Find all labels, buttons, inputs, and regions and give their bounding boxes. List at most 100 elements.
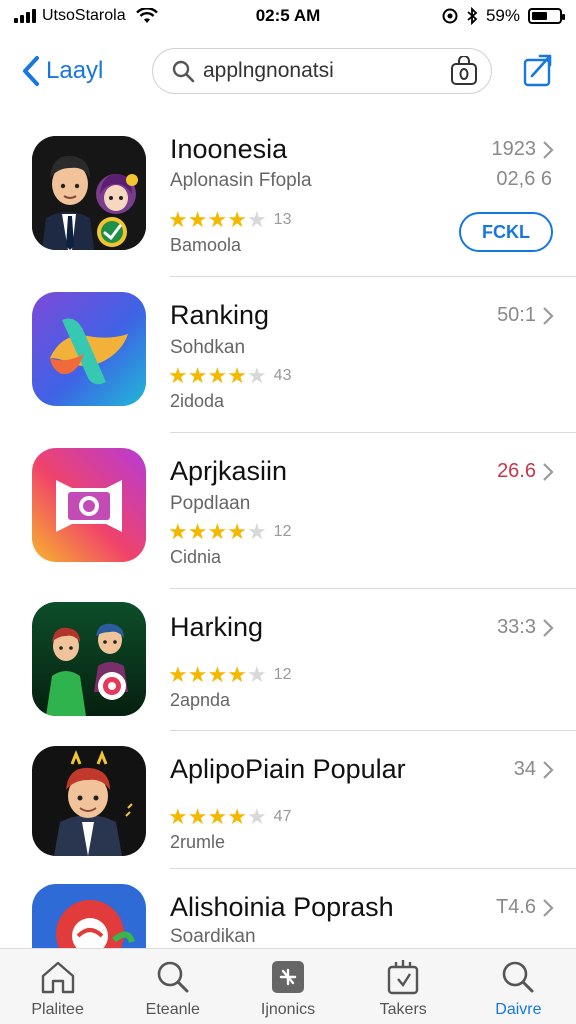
tab-search[interactable]: Daivre xyxy=(461,949,576,1024)
star-icon: ★ xyxy=(168,519,188,544)
battery-icon xyxy=(528,8,565,24)
divider xyxy=(170,868,576,869)
search-icon xyxy=(157,961,189,993)
tab-home[interactable]: Plalitee xyxy=(0,949,115,1024)
apps-icon xyxy=(272,961,304,993)
search-field[interactable] xyxy=(152,48,492,94)
wifi-icon xyxy=(135,8,158,23)
star-icon: ★ xyxy=(227,207,247,232)
tab-bar: Plalitee Eteanle Ijnonics Takers Daivre xyxy=(0,948,576,1024)
app-subtitle: Popdlaan xyxy=(170,493,251,514)
star-icon: ★ xyxy=(207,207,228,232)
rating-count: 12 xyxy=(273,523,292,540)
app-meta: T4.6 xyxy=(495,896,536,918)
bag-icon[interactable] xyxy=(449,56,479,86)
star-icon: ★ xyxy=(246,662,267,687)
battery-percent: 59% xyxy=(485,6,520,25)
rating-count: 43 xyxy=(273,367,292,384)
app-meta: 33:3 xyxy=(497,616,536,638)
divider xyxy=(170,730,576,731)
star-icon: ★ xyxy=(187,804,208,829)
rating-count: 47 xyxy=(273,808,292,825)
rose-logo-icon xyxy=(32,884,146,948)
app-category: Cidnia xyxy=(170,547,222,567)
rating-count: 12 xyxy=(273,666,292,683)
star-icon: ★ xyxy=(207,363,228,388)
app-meta: 1923 xyxy=(491,138,537,160)
app-title: Inoonesia xyxy=(170,134,288,164)
tab-label: Ijnonics xyxy=(260,1001,316,1018)
people-illustration-icon xyxy=(32,136,146,250)
star-rating: ★★★★★ 43 xyxy=(168,365,291,387)
home-icon xyxy=(41,961,74,994)
app-icon-mascot[interactable] xyxy=(32,746,146,856)
camera-logo-icon xyxy=(32,448,146,562)
tab-label: Plalitee xyxy=(31,1001,84,1018)
signal-icon xyxy=(14,9,36,23)
tab-updates[interactable]: Takers xyxy=(346,949,461,1024)
carrier-name: UtsoStarola xyxy=(42,7,126,24)
bluetooth-icon xyxy=(467,7,478,25)
star-icon: ★ xyxy=(187,207,208,232)
star-rating: ★★★★★ 12 xyxy=(168,664,291,686)
star-icon: ★ xyxy=(168,207,188,232)
star-icon: ★ xyxy=(207,804,228,829)
star-icon: ★ xyxy=(187,363,208,388)
star-icon: ★ xyxy=(227,363,247,388)
app-icon-ranking[interactable] xyxy=(32,292,146,406)
app-icon-business[interactable] xyxy=(32,136,146,250)
chevron-right-icon xyxy=(543,619,554,637)
divider xyxy=(170,432,576,433)
app-icon-characters[interactable] xyxy=(32,602,146,716)
ribbon-logo-icon xyxy=(32,292,146,406)
battery-level xyxy=(532,12,548,20)
app-subtitle: Sohdkan xyxy=(170,337,246,358)
tab-label: Eteanle xyxy=(145,1001,200,1018)
star-icon: ★ xyxy=(187,662,208,687)
app-subtitle: Aplonasin Ffopla xyxy=(170,170,312,191)
chevron-right-icon xyxy=(543,761,554,779)
chevron-left-icon xyxy=(23,56,39,86)
app-category: 2apnda xyxy=(170,690,231,710)
get-button[interactable]: FCKL xyxy=(459,212,553,252)
star-icon: ★ xyxy=(227,519,247,544)
star-icon: ★ xyxy=(187,519,208,544)
chevron-right-icon xyxy=(543,141,554,159)
rating-count: 13 xyxy=(273,211,292,228)
mascot-illustration-icon xyxy=(32,746,146,856)
search-icon xyxy=(172,60,195,83)
star-icon: ★ xyxy=(227,662,247,687)
star-icon: ★ xyxy=(246,519,267,544)
app-icon-camera[interactable] xyxy=(32,448,146,562)
app-price: 26.6 xyxy=(497,460,536,482)
app-meta-secondary: 02,6 6 xyxy=(496,168,552,190)
star-icon: ★ xyxy=(207,662,228,687)
star-icon: ★ xyxy=(246,804,267,829)
chevron-right-icon xyxy=(543,463,554,481)
app-icon-rose[interactable] xyxy=(32,884,146,948)
tab-apps[interactable]: Ijnonics xyxy=(230,949,345,1024)
star-rating: ★★★★★ 13 xyxy=(168,209,291,231)
back-label: Laayl xyxy=(46,57,104,84)
star-icon: ★ xyxy=(207,519,228,544)
star-icon: ★ xyxy=(168,804,188,829)
back-button[interactable]: Laayl xyxy=(22,55,103,87)
app-title: AplipoPiain Popular xyxy=(170,754,406,784)
chevron-right-icon xyxy=(543,307,554,325)
app-meta: 34 xyxy=(513,758,536,780)
tab-label: Takers xyxy=(379,1001,427,1018)
search-icon xyxy=(503,961,534,993)
app-meta: 50:1 xyxy=(497,304,536,326)
app-category: 2idoda xyxy=(170,391,225,411)
app-title: Ranking xyxy=(170,300,270,330)
search-input[interactable] xyxy=(203,59,443,83)
share-icon[interactable] xyxy=(522,52,554,88)
nav-bar: Laayl xyxy=(0,38,576,104)
chevron-right-icon xyxy=(543,899,554,917)
star-icon: ★ xyxy=(246,207,267,232)
star-icon: ★ xyxy=(168,662,188,687)
star-rating: ★★★★★ 47 xyxy=(168,806,291,828)
updates-icon xyxy=(388,960,419,995)
tab-explore[interactable]: Eteanle xyxy=(115,949,230,1024)
location-icon xyxy=(442,8,458,24)
